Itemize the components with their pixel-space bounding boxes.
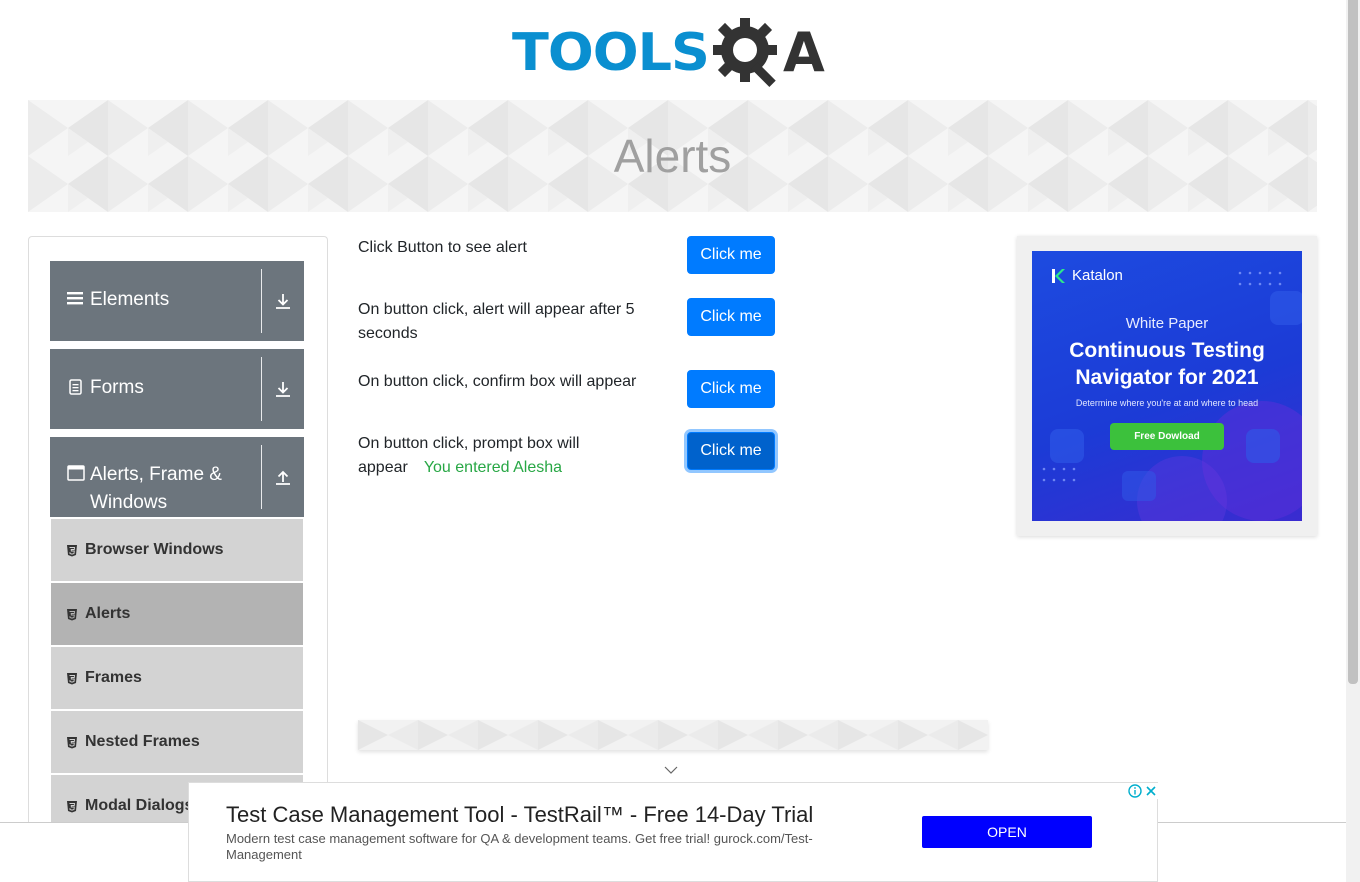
nav-group-label: Forms xyxy=(90,377,144,398)
toolsqa-logo[interactable]: TOOLS A xyxy=(512,14,838,92)
sidebar-item-nested-frames[interactable]: Nested Frames xyxy=(51,711,303,773)
ad-brand-name: Katalon xyxy=(1072,267,1123,284)
html5-icon xyxy=(67,800,77,812)
nav-group-elements[interactable]: Elements xyxy=(50,261,304,341)
info-icon[interactable] xyxy=(1127,783,1143,799)
ad-strip xyxy=(358,720,988,750)
prompt-row: On button click, prompt box will appear Y… xyxy=(358,432,638,480)
html5-icon xyxy=(67,672,77,684)
bottom-ad-description: Modern test case management software for… xyxy=(226,831,813,862)
alert-button[interactable]: Click me xyxy=(687,236,775,274)
document-icon xyxy=(69,379,82,395)
side-ad-frame: Katalon White Paper Continuous Testing N… xyxy=(1017,236,1317,536)
download-arrow-icon xyxy=(261,269,304,333)
bottom-ad[interactable]: Test Case Management Tool - TestRail™ - … xyxy=(188,782,1159,882)
ad-headline: Continuous Testing Navigator for 2021 xyxy=(1032,337,1302,391)
prompt-result: You entered Alesha xyxy=(423,459,563,476)
bottom-ad-open-button[interactable]: OPEN xyxy=(922,816,1092,848)
close-icon[interactable] xyxy=(1143,783,1159,799)
page-banner: Alerts xyxy=(28,100,1317,212)
scrollbar-thumb[interactable] xyxy=(1348,0,1358,684)
sidebar-item-label: Frames xyxy=(85,669,142,686)
nav-group-forms[interactable]: Forms xyxy=(50,349,304,429)
ad-brand: Katalon xyxy=(1050,267,1123,284)
ad-eyebrow: White Paper xyxy=(1125,315,1209,332)
gear-magnifier-icon xyxy=(712,18,777,88)
html5-icon xyxy=(67,736,77,748)
download-arrow-icon xyxy=(261,357,304,421)
bottom-ad-title[interactable]: Test Case Management Tool - TestRail™ - … xyxy=(226,802,813,828)
sidebar-item-label: Alerts xyxy=(85,605,131,622)
html5-icon xyxy=(67,608,77,620)
logo-text-tools: TOOLS xyxy=(512,22,710,83)
katalon-logo-icon xyxy=(1052,268,1065,283)
timer-alert-row-label: On button click, alert will appear after… xyxy=(358,301,635,342)
ad-subtitle: Determine where you're at and where to h… xyxy=(1075,398,1259,408)
sidebar-item-browser-windows[interactable]: Browser Windows xyxy=(51,519,303,581)
sidebar-item-alerts[interactable]: Alerts xyxy=(51,583,303,645)
chevron-down-icon[interactable] xyxy=(664,765,678,775)
window-icon xyxy=(67,465,85,481)
nav-group-alerts-frame-windows[interactable]: Alerts, Frame & Windows xyxy=(50,437,304,517)
ad-headline-line1: Continuous Testing xyxy=(1069,339,1265,362)
timer-alert-button[interactable]: Click me xyxy=(687,298,775,336)
sidebar-item-frames[interactable]: Frames xyxy=(51,647,303,709)
nav-group-label: Alerts, Frame & Windows xyxy=(90,464,222,513)
logo-text-a: A xyxy=(782,21,825,84)
sidebar-item-label: Browser Windows xyxy=(85,541,224,558)
confirm-button[interactable]: Click me xyxy=(687,370,775,408)
hamburger-icon xyxy=(67,292,83,305)
alert-row-label: Click Button to see alert xyxy=(358,239,527,256)
sidebar-item-label: Modal Dialogs xyxy=(85,797,194,814)
ad-cta-button[interactable]: Free Dowload xyxy=(1110,423,1224,450)
upload-arrow-icon xyxy=(261,445,304,509)
confirm-row-label: On button click, confirm box will appear xyxy=(358,373,637,390)
sidebar-item-label: Nested Frames xyxy=(85,733,200,750)
katalon-ad[interactable]: Katalon White Paper Continuous Testing N… xyxy=(1032,251,1302,521)
ad-headline-line2: Navigator for 2021 xyxy=(1075,366,1259,389)
html5-icon xyxy=(67,544,77,556)
page-scrollbar[interactable] xyxy=(1346,0,1360,882)
prompt-button[interactable]: Click me xyxy=(687,432,775,470)
nav-group-label: Elements xyxy=(90,289,170,310)
page-title: Alerts xyxy=(613,130,732,182)
